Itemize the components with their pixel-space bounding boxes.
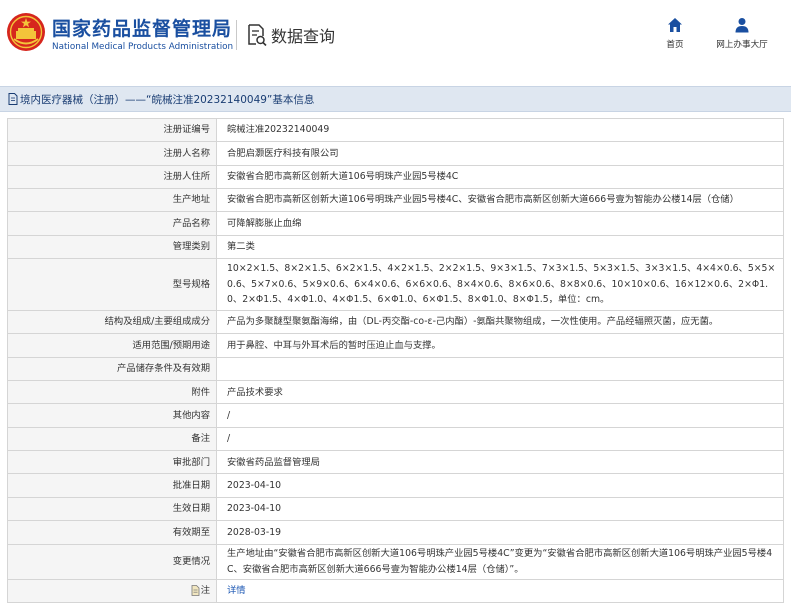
table-row: 管理类别 第二类	[7, 234, 784, 260]
row-label: 型号规格	[7, 258, 217, 312]
row-value: 2023-04-10	[216, 473, 784, 498]
nav-home[interactable]: 首页	[656, 17, 694, 50]
document-icon	[8, 93, 18, 105]
row-value: 产品为多聚醚型聚氨酯海绵，由（DL-丙交酯-co-ε-己内酯）-氨酯共聚物组成，…	[216, 310, 784, 335]
nav-online-service-hall[interactable]: 网上办事大厅	[706, 17, 778, 50]
row-label: 注册人住所	[7, 164, 217, 190]
note-label: 注	[200, 584, 210, 596]
section-title: 数据查询	[271, 27, 336, 46]
note-icon	[191, 585, 200, 596]
row-value: /	[216, 403, 784, 428]
table-row: 注 详情	[7, 578, 784, 603]
row-label: 备注	[7, 426, 217, 452]
home-icon	[668, 18, 682, 32]
row-label: 审批部门	[7, 450, 217, 475]
nav-online-service-hall-label: 网上办事大厅	[716, 40, 768, 50]
row-label: 生效日期	[7, 496, 217, 522]
row-value: 可降解膨胀止血绵	[216, 211, 784, 236]
table-row: 生效日期 2023-04-10	[7, 496, 784, 522]
data-query-section: 数据查询	[247, 23, 335, 47]
row-value: 安徽省药品监督管理局	[216, 450, 784, 475]
row-value: 生产地址由“安徽省合肥市高新区创新大道106号明珠产业园5号楼4C”变更为“安徽…	[216, 543, 784, 580]
row-label-note: 注	[7, 578, 217, 603]
header-divider	[236, 20, 237, 50]
document-search-icon	[248, 24, 267, 46]
row-label: 有效期至	[7, 520, 217, 545]
row-value	[216, 356, 784, 382]
table-row: 注册人名称 合肥启灏医疗科技有限公司	[7, 141, 784, 166]
table-row: 生产地址 安徽省合肥市高新区创新大道106号明珠产业园5号楼4C、安徽省合肥市高新…	[7, 188, 784, 213]
row-value: 安徽省合肥市高新区创新大道106号明珠产业园5号楼4C	[216, 164, 784, 190]
row-label: 结构及组成/主要组成成分	[7, 310, 217, 335]
row-value: 安徽省合肥市高新区创新大道106号明珠产业园5号楼4C、安徽省合肥市高新区创新大…	[216, 188, 784, 213]
row-label: 附件	[7, 380, 217, 405]
row-value: 皖械注准20232140049	[216, 117, 784, 143]
table-row: 批准日期 2023-04-10	[7, 473, 784, 498]
table-row: 备注 /	[7, 426, 784, 452]
row-label: 生产地址	[7, 188, 217, 213]
table-row: 其他内容 /	[7, 403, 784, 428]
national-emblem-logo	[7, 13, 45, 51]
row-label: 注册人名称	[7, 141, 217, 166]
breadcrumb: 境内医疗器械（注册）——“皖械注准20232140049”基本信息	[0, 86, 791, 112]
table-row: 审批部门 安徽省药品监督管理局	[7, 450, 784, 475]
row-value: 合肥启灏医疗科技有限公司	[216, 141, 784, 166]
site-header: 国家药品监督管理局 National Medical Products Admi…	[0, 0, 791, 70]
row-value: 2023-04-10	[216, 496, 784, 522]
row-label: 产品储存条件及有效期	[7, 356, 217, 382]
row-label: 批准日期	[7, 473, 217, 498]
table-row: 注册人住所 安徽省合肥市高新区创新大道106号明珠产业园5号楼4C	[7, 164, 784, 190]
table-row: 附件 产品技术要求	[7, 380, 784, 405]
row-value: /	[216, 426, 784, 452]
table-row: 型号规格 10×2×1.5、8×2×1.5、6×2×1.5、4×2×1.5、2×2…	[7, 258, 784, 312]
org-name-cn: 国家药品监督管理局	[52, 18, 233, 40]
row-label: 其他内容	[7, 403, 217, 428]
org-name-en: National Medical Products Administration	[52, 42, 234, 52]
row-label: 适用范围/预期用途	[7, 333, 217, 358]
row-label: 变更情况	[7, 543, 217, 580]
row-value: 10×2×1.5、8×2×1.5、6×2×1.5、4×2×1.5、2×2×1.5…	[216, 258, 784, 312]
table-row: 产品名称 可降解膨胀止血绵	[7, 211, 784, 236]
nav-home-label: 首页	[666, 40, 684, 50]
table-row: 产品储存条件及有效期	[7, 356, 784, 382]
row-value: 产品技术要求	[216, 380, 784, 405]
user-icon	[735, 18, 749, 33]
row-label: 产品名称	[7, 211, 217, 236]
table-row: 结构及组成/主要组成成分 产品为多聚醚型聚氨酯海绵，由（DL-丙交酯-co-ε-己…	[7, 310, 784, 335]
table-row: 变更情况 生产地址由“安徽省合肥市高新区创新大道106号明珠产业园5号楼4C”变更…	[7, 543, 784, 580]
details-link[interactable]: 详情	[227, 585, 246, 596]
row-value: 用于鼻腔、中耳与外耳术后的暂时压迫止血与支撑。	[216, 333, 784, 358]
row-label: 管理类别	[7, 234, 217, 260]
table-row: 有效期至 2028-03-19	[7, 520, 784, 545]
table-row: 注册证编号 皖械注准20232140049	[7, 117, 784, 143]
row-value: 详情	[216, 578, 784, 603]
row-label: 注册证编号	[7, 117, 217, 143]
registration-info-table: 注册证编号 皖械注准20232140049 注册人名称 合肥启灏医疗科技有限公司 注…	[7, 117, 784, 603]
row-value: 第二类	[216, 234, 784, 260]
row-value: 2028-03-19	[216, 520, 784, 545]
breadcrumb-text: 境内医疗器械（注册）——“皖械注准20232140049”基本信息	[20, 93, 315, 106]
table-row: 适用范围/预期用途 用于鼻腔、中耳与外耳术后的暂时压迫止血与支撑。	[7, 333, 784, 358]
